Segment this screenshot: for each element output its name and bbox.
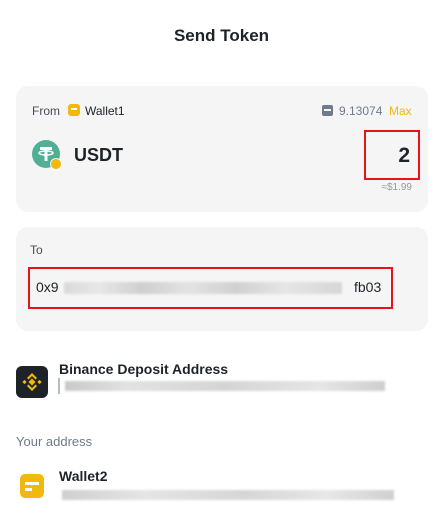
token-balance: 9.13074 bbox=[339, 104, 383, 118]
wallet2-address-redacted bbox=[62, 490, 394, 500]
your-address-label: Your address bbox=[16, 434, 93, 449]
to-card: To 0x9 fb03 bbox=[16, 227, 428, 331]
wallet2-title: Wallet2 bbox=[59, 468, 108, 484]
page-title: Send Token bbox=[173, 26, 270, 45]
text-cursor bbox=[58, 378, 60, 394]
usd-value: ≈$1.99 bbox=[381, 182, 412, 193]
chain-badge-icon bbox=[50, 158, 62, 170]
binance-logo-icon bbox=[16, 366, 48, 398]
from-label: From bbox=[32, 104, 60, 118]
address-suffix: fb03 bbox=[354, 279, 382, 295]
address-redacted bbox=[64, 282, 342, 294]
to-label: To bbox=[30, 243, 43, 257]
wallet-icon bbox=[20, 474, 44, 498]
max-button[interactable]: Max bbox=[389, 104, 412, 118]
amount-value: 2 bbox=[398, 144, 410, 167]
address-prefix: 0x9 bbox=[36, 279, 59, 295]
from-wallet-name[interactable]: Wallet1 bbox=[85, 104, 125, 118]
recipient-address-input[interactable]: 0x9 fb03 bbox=[28, 267, 393, 309]
binance-address-redacted bbox=[65, 381, 385, 391]
wallet-icon bbox=[68, 104, 80, 116]
from-card: From Wallet1 9.13074 Max USDT 2 ≈$1.99 bbox=[16, 86, 428, 212]
wallet-balance-icon bbox=[322, 105, 333, 116]
amount-input[interactable]: 2 bbox=[364, 130, 420, 180]
token-symbol[interactable]: USDT bbox=[74, 145, 123, 166]
binance-deposit-title: Binance Deposit Address bbox=[59, 361, 229, 377]
